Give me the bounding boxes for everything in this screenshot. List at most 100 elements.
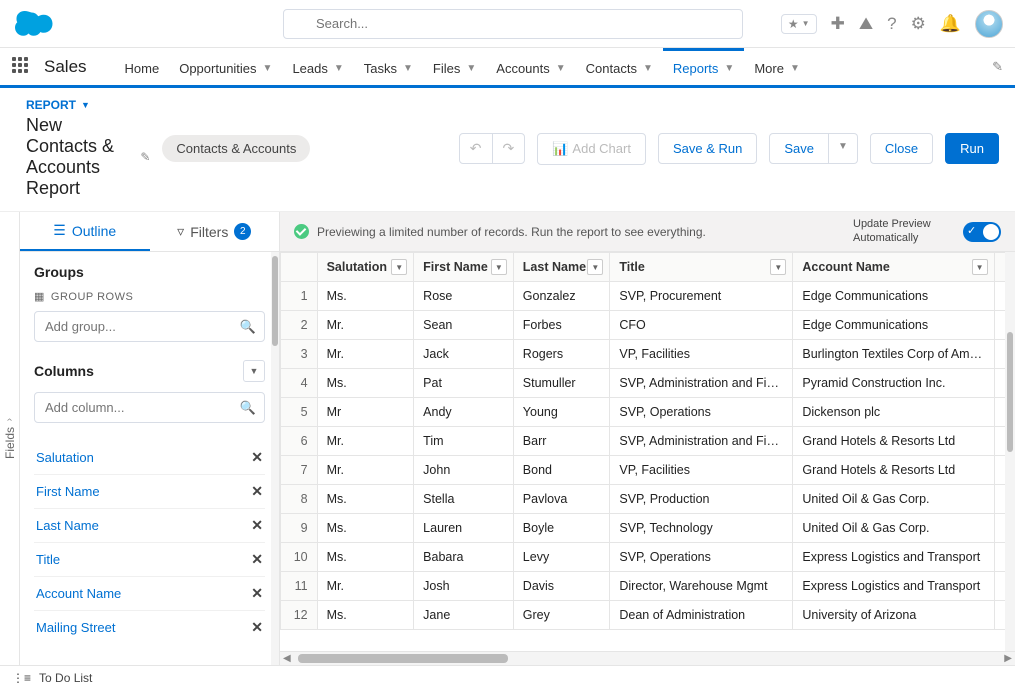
close-button[interactable]: Close: [870, 133, 933, 164]
caret-down-icon: ▼: [643, 63, 653, 74]
favorites-button[interactable]: ★▼: [781, 14, 817, 34]
save-and-run-button[interactable]: Save & Run: [658, 133, 757, 164]
trailhead-icon[interactable]: ⛰: [859, 14, 873, 34]
add-group-input[interactable]: [34, 311, 265, 342]
edit-title-pencil-icon[interactable]: ✎: [140, 150, 150, 164]
redo-button[interactable]: ↷: [493, 134, 525, 163]
rows-icon: ▦: [34, 290, 45, 303]
report-table: Salutation▼First Name▼Last Name▼Title▼Ac…: [280, 252, 1015, 630]
column-item-label: Title: [36, 552, 60, 567]
undo-redo-group: ↶ ↷: [459, 133, 525, 164]
nav-item-tasks[interactable]: Tasks▼: [354, 48, 423, 85]
groups-section-title: Groups: [34, 264, 265, 280]
todo-list-label[interactable]: To Do List: [39, 671, 92, 685]
remove-column-icon[interactable]: ✕: [251, 483, 263, 500]
caret-down-icon: ▼: [724, 63, 734, 74]
sidebar-scrollbar[interactable]: [271, 252, 279, 665]
cell: CFO: [610, 311, 793, 340]
help-icon[interactable]: ?: [887, 14, 896, 34]
cell: Edge Communications: [793, 282, 994, 311]
column-menu-icon[interactable]: ▼: [770, 259, 786, 275]
column-item[interactable]: Title ✕: [34, 542, 265, 576]
column-item[interactable]: Mailing Street✕: [34, 610, 265, 644]
row-number: 9: [281, 514, 318, 543]
nav-item-home[interactable]: Home: [115, 48, 170, 85]
row-number: 11: [281, 572, 318, 601]
nav-item-files[interactable]: Files▼: [423, 48, 486, 85]
caret-down-icon: ▼: [334, 63, 344, 74]
remove-column-icon[interactable]: ✕: [251, 551, 263, 568]
cell: Pavlova: [513, 485, 610, 514]
save-button[interactable]: Save: [769, 133, 829, 164]
table-row: 3Mr.JackRogersVP, FacilitiesBurlington T…: [281, 340, 1015, 369]
outline-tab[interactable]: ☰Outline: [20, 212, 150, 251]
fields-tab-label: Fields: [3, 427, 17, 459]
cell: SVP, Technology: [610, 514, 793, 543]
cell: Grand Hotels & Resorts Ltd: [793, 427, 994, 456]
add-chart-button[interactable]: 📊Add Chart: [537, 133, 646, 165]
nav-item-leads[interactable]: Leads▼: [282, 48, 353, 85]
columns-menu-button[interactable]: ▼: [243, 360, 265, 382]
remove-column-icon[interactable]: ✕: [251, 619, 263, 636]
vertical-scrollbar[interactable]: [1005, 252, 1015, 651]
column-item[interactable]: Salutation✕: [34, 441, 265, 474]
run-button[interactable]: Run: [945, 133, 999, 164]
scroll-left-arrow-icon[interactable]: ◀: [283, 653, 291, 664]
column-item[interactable]: First Name✕: [34, 474, 265, 508]
cell: Pyramid Construction Inc.: [793, 369, 994, 398]
salesforce-logo-icon[interactable]: [12, 8, 60, 40]
cell: Grand Hotels & Resorts Ltd: [793, 456, 994, 485]
column-header[interactable]: Account Name▼: [793, 253, 994, 282]
add-column-input[interactable]: [34, 392, 265, 423]
undo-button[interactable]: ↶: [460, 134, 493, 163]
auto-update-toggle[interactable]: [963, 222, 1001, 242]
edit-nav-pencil-icon[interactable]: ✎: [992, 59, 1003, 75]
column-menu-icon[interactable]: ▼: [391, 259, 407, 275]
main-panel: Previewing a limited number of records. …: [280, 212, 1015, 665]
nav-item-contacts[interactable]: Contacts▼: [576, 48, 663, 85]
notifications-bell-icon[interactable]: 🔔: [940, 14, 961, 34]
column-item[interactable]: Last Name✕: [34, 508, 265, 542]
setup-gear-icon[interactable]: ⚙: [911, 14, 926, 34]
cell: SVP, Operations: [610, 398, 793, 427]
nav-item-opportunities[interactable]: Opportunities▼: [169, 48, 282, 85]
scroll-right-arrow-icon[interactable]: ▶: [1004, 653, 1012, 664]
row-number: 3: [281, 340, 318, 369]
column-header[interactable]: Salutation▼: [317, 253, 414, 282]
filters-tab[interactable]: ▿Filters2: [150, 212, 280, 251]
nav-item-accounts[interactable]: Accounts▼: [486, 48, 575, 85]
caret-down-icon: ▼: [81, 100, 90, 110]
user-avatar[interactable]: [975, 10, 1003, 38]
report-source-pill[interactable]: Contacts & Accounts: [162, 135, 310, 162]
preview-message: Previewing a limited number of records. …: [317, 225, 706, 239]
cell: Mr.: [317, 311, 414, 340]
cell: Rose: [414, 282, 514, 311]
table-row: 7Mr.JohnBondVP, FacilitiesGrand Hotels &…: [281, 456, 1015, 485]
table-row: 10Ms.BabaraLevySVP, OperationsExpress Lo…: [281, 543, 1015, 572]
global-search-input[interactable]: [283, 9, 743, 39]
save-dropdown-caret[interactable]: ▼: [829, 133, 858, 164]
app-launcher-icon[interactable]: [12, 57, 32, 77]
remove-column-icon[interactable]: ✕: [251, 517, 263, 534]
cell: Tim: [414, 427, 514, 456]
remove-column-icon[interactable]: ✕: [251, 585, 263, 602]
report-type-label[interactable]: REPORT▼: [26, 98, 150, 112]
nav-item-more[interactable]: More▼: [744, 48, 810, 85]
global-header: 🔍 ★▼ ✚ ⛰ ? ⚙ 🔔: [0, 0, 1015, 48]
row-number: 1: [281, 282, 318, 311]
column-header[interactable]: Title▼: [610, 253, 793, 282]
search-icon: 🔍: [240, 400, 256, 416]
remove-column-icon[interactable]: ✕: [251, 449, 263, 466]
cell: Burlington Textiles Corp of America: [793, 340, 994, 369]
column-header[interactable]: Last Name▼: [513, 253, 610, 282]
fields-panel-toggle[interactable]: › Fields: [0, 212, 20, 665]
column-menu-icon[interactable]: ▼: [491, 259, 507, 275]
column-menu-icon[interactable]: ▼: [972, 259, 988, 275]
column-menu-icon[interactable]: ▼: [587, 259, 603, 275]
todo-list-icon[interactable]: ⋮≡: [12, 671, 31, 685]
column-item[interactable]: Account Name✕: [34, 576, 265, 610]
nav-item-reports[interactable]: Reports▼: [663, 48, 744, 85]
add-icon[interactable]: ✚: [831, 14, 845, 34]
horizontal-scrollbar[interactable]: ◀ ▶: [280, 651, 1015, 665]
column-header[interactable]: First Name▼: [414, 253, 514, 282]
